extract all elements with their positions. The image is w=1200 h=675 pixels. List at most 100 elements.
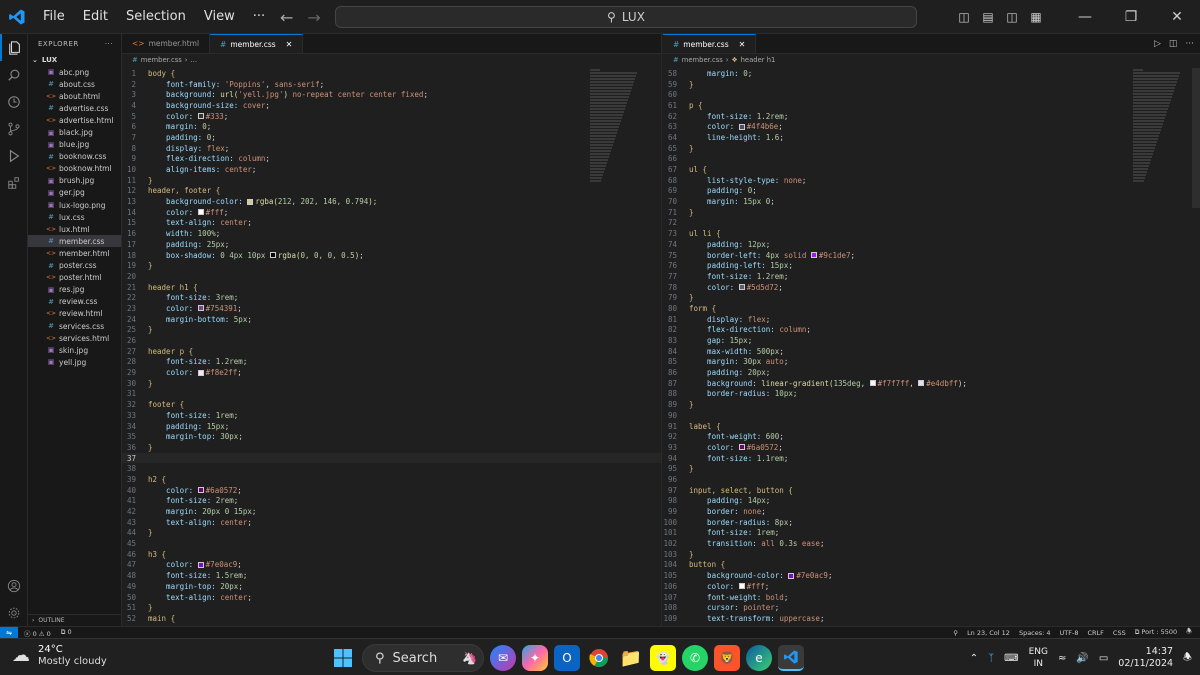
color-swatch[interactable] <box>197 561 204 568</box>
problems-indicator[interactable]: ⓧ 0 ⚠ 0 <box>24 628 51 638</box>
file-item[interactable]: ▣ ger.jpg <box>28 187 121 199</box>
code-line[interactable]: 16 width: 100%; <box>122 228 661 239</box>
color-swatch[interactable] <box>738 284 745 291</box>
code-line[interactable]: 37 <box>122 452 661 464</box>
close-tab-icon[interactable]: ✕ <box>739 40 746 49</box>
zoom-icon[interactable]: ⚲ <box>953 629 958 637</box>
code-line[interactable]: 51} <box>122 602 661 613</box>
indentation[interactable]: Spaces: 4 <box>1019 629 1051 637</box>
code-line[interactable]: 41 font-size: 2rem; <box>122 496 661 507</box>
toggle-primary-sidebar-icon[interactable]: ◫ <box>952 0 976 34</box>
source-control-icon[interactable] <box>0 115 28 142</box>
code-line[interactable]: 100 border-radius: 8px; <box>663 517 1200 528</box>
code-line[interactable]: 79} <box>663 292 1200 303</box>
file-item[interactable]: ▣ skin.jpg <box>28 344 121 356</box>
code-line[interactable]: 58 margin: 0; <box>663 68 1200 79</box>
code-line[interactable]: 65} <box>663 143 1200 154</box>
code-line[interactable]: 10 align-items: center; <box>122 164 661 175</box>
code-line[interactable]: 95} <box>663 463 1200 474</box>
code-line[interactable]: 82 flex-direction: column; <box>663 325 1200 336</box>
code-line[interactable]: 7 padding: 0; <box>122 132 661 143</box>
menu-view[interactable]: View <box>195 9 244 24</box>
menu-file[interactable]: File <box>34 9 74 24</box>
file-item[interactable]: # advertise.css <box>28 102 121 114</box>
volume-icon[interactable]: 🔊 <box>1076 653 1088 664</box>
code-line[interactable]: 101 font-size: 1rem; <box>663 528 1200 539</box>
code-line[interactable]: 62 font-size: 1.2rem; <box>663 111 1200 122</box>
run-debug-icon[interactable] <box>0 142 28 169</box>
color-swatch[interactable] <box>197 369 204 376</box>
show-hidden-icons-chevron-icon[interactable]: ⌃ <box>970 653 978 664</box>
code-line[interactable]: 89} <box>663 399 1200 410</box>
snapchat-icon[interactable]: 👻 <box>650 645 676 671</box>
color-swatch[interactable] <box>197 487 204 494</box>
tab-member-css[interactable]: # member.css ✕ <box>210 34 304 53</box>
code-line[interactable]: 8 display: flex; <box>122 143 661 154</box>
code-line[interactable]: 44} <box>122 528 661 539</box>
code-line[interactable]: 64 line-height: 1.6; <box>663 132 1200 143</box>
code-line[interactable]: 105 background-color: #7e0ac9; <box>663 570 1200 581</box>
code-line[interactable]: 92 font-weight: 600; <box>663 431 1200 442</box>
menu-selection[interactable]: Selection <box>117 9 195 24</box>
code-line[interactable]: 98 padding: 14px; <box>663 496 1200 507</box>
code-line[interactable]: 18 box-shadow: 0 4px 10px rgba(0, 0, 0, … <box>122 250 661 261</box>
code-line[interactable]: 15 text-align: center; <box>122 218 661 229</box>
brave-icon[interactable]: 🦁 <box>714 645 740 671</box>
notifications-icon[interactable]: 🕭 <box>1183 650 1192 667</box>
code-line[interactable]: 81 display: flex; <box>663 314 1200 325</box>
code-line[interactable]: 12 header, footer { <box>122 186 661 197</box>
code-line[interactable]: 76 padding-left: 15px; <box>663 260 1200 271</box>
file-item[interactable]: # review.css <box>28 296 121 308</box>
code-line[interactable]: 91 label { <box>663 421 1200 432</box>
clock[interactable]: 14:37 02/11/2024 <box>1118 646 1173 670</box>
more-actions-icon[interactable]: ··· <box>105 40 113 48</box>
code-line[interactable]: 88 border-radius: 10px; <box>663 389 1200 400</box>
file-explorer-icon[interactable]: 📁 <box>618 645 644 671</box>
file-item[interactable]: # services.css <box>28 320 121 332</box>
code-line[interactable]: 67 ul { <box>663 164 1200 175</box>
code-line[interactable]: 102 transition: all 0.3s ease; <box>663 538 1200 549</box>
file-item[interactable]: # about.css <box>28 78 121 90</box>
code-line[interactable]: 33 font-size: 1rem; <box>122 410 661 421</box>
outline-section[interactable]: › OUTLINE <box>28 614 122 626</box>
code-line[interactable]: 83 gap: 15px; <box>663 335 1200 346</box>
color-swatch[interactable] <box>738 444 745 451</box>
code-line[interactable]: 38 <box>122 463 661 474</box>
code-line[interactable]: 5 color: #333; <box>122 111 661 122</box>
color-swatch[interactable] <box>738 123 745 130</box>
code-line[interactable]: 73 ul li { <box>663 228 1200 239</box>
code-line[interactable]: 86 padding: 20px; <box>663 367 1200 378</box>
color-swatch[interactable] <box>197 209 204 216</box>
file-item[interactable]: <> review.html <box>28 308 121 320</box>
code-line[interactable]: 72 <box>663 218 1200 229</box>
code-line[interactable]: 17 padding: 25px; <box>122 239 661 250</box>
bluetooth-icon[interactable]: ᛉ <box>988 653 994 664</box>
account-icon[interactable] <box>0 572 28 599</box>
ports-indicator[interactable]: ⧉ 0 <box>61 628 72 638</box>
toggle-panel-icon[interactable]: ▤ <box>976 0 1000 34</box>
code-line[interactable]: 6 margin: 0; <box>122 121 661 132</box>
split-editor-icon[interactable]: ◫ <box>1169 39 1178 49</box>
copilot-icon[interactable]: ✦ <box>522 645 548 671</box>
code-line[interactable]: 39 h2 { <box>122 474 661 485</box>
code-line[interactable]: 71} <box>663 207 1200 218</box>
code-line[interactable]: 2 font-family: 'Poppins', sans-serif; <box>122 79 661 90</box>
file-item[interactable]: ▣ abc.png <box>28 66 121 78</box>
battery-icon[interactable]: ▭ <box>1099 653 1108 664</box>
code-line[interactable]: 13 background-color: rgba(212, 202, 146,… <box>122 196 661 207</box>
more-actions-icon[interactable]: ··· <box>1185 39 1194 49</box>
code-line[interactable]: 47 color: #7e0ac9; <box>122 560 661 571</box>
code-line[interactable]: 99 border: none; <box>663 506 1200 517</box>
cursor-position[interactable]: Ln 23, Col 12 <box>967 629 1010 637</box>
edge-icon[interactable]: e <box>746 645 772 671</box>
code-line[interactable]: 45 <box>122 538 661 549</box>
code-line[interactable]: 94 font-size: 1.1rem; <box>663 453 1200 464</box>
code-line[interactable]: 28 font-size: 1.2rem; <box>122 357 661 368</box>
whatsapp-icon[interactable]: ✆ <box>682 645 708 671</box>
file-item[interactable]: <> poster.html <box>28 272 121 284</box>
file-item[interactable]: <> lux.html <box>28 223 121 235</box>
vscode-taskbar-icon[interactable] <box>778 645 804 671</box>
code-line[interactable]: 106 color: #fff; <box>663 581 1200 592</box>
code-line[interactable]: 70 margin: 15px 0; <box>663 196 1200 207</box>
code-line[interactable]: 14 color: #fff; <box>122 207 661 218</box>
